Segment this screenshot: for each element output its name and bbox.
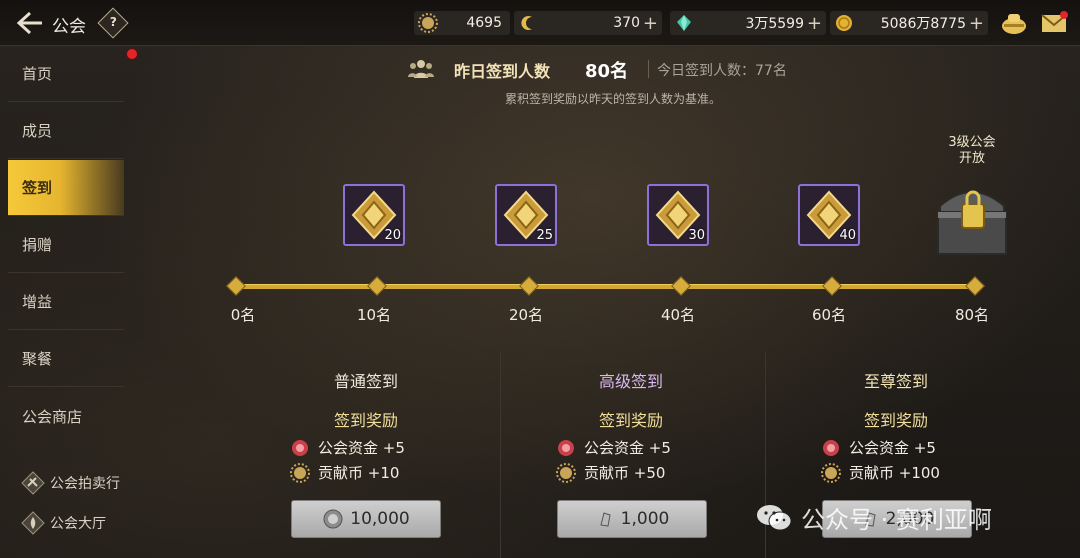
auction-hammer-icon [21,471,45,495]
milestone-count: 25 [536,228,553,243]
yesterday-checkin-label: 昨日签到人数 [454,62,551,81]
reward-contribution-coin: 贡献币 +100 [821,462,940,483]
sidebar-item-shop[interactable]: 公会商店 [8,388,124,444]
gold-coin-icon [836,15,852,31]
reward-guild-funds: 公会资金 +5 [821,437,936,458]
resource-value: 3万5599 [745,16,804,32]
locked-chest-icon[interactable] [930,172,1014,258]
track-tick-label: 80名 [954,306,990,324]
milestone-count: 20 [384,228,401,243]
reward-guild-funds: 公会资金 +5 [290,437,405,458]
guild-funds-icon [292,439,308,456]
sun-gear-icon [556,462,576,483]
sidebar: 首页 成员 签到 捐赠 增益 聚餐 公会商店 公会拍卖行 公会大厅 [0,46,126,558]
progress-track [236,284,976,289]
sidebar-item-members[interactable]: 成员 [8,103,124,159]
sun-gear-icon [821,462,841,483]
normal-checkin-title: 普通签到 [333,372,399,391]
today-checkin-text: 今日签到人数：77名 [657,63,787,79]
notification-dot [126,48,138,60]
reward-guild-funds: 公会资金 +5 [556,437,671,458]
members-icon [408,60,434,78]
top-bar: 公会 ? 4695 370 + 3万5599 + 5086万8775 + [0,0,1080,46]
guild-hall-link[interactable]: 公会大厅 [20,510,106,536]
treasure-bag-icon[interactable] [1000,10,1028,36]
yesterday-checkin-value: 80名 [585,61,629,82]
green-gem-icon [677,15,691,31]
sidebar-item-donate[interactable]: 捐赠 [8,217,124,273]
checkin-note: 累积签到奖励以昨天的签到人数为基准。 [505,92,722,106]
auction-house-link[interactable]: 公会拍卖行 [20,470,120,496]
watermark: 公众号 · 赛利亚啊 [755,500,992,535]
guild-funds-icon [558,439,574,456]
milestone-reward[interactable]: 20 [343,184,405,246]
reward-contribution-coin: 贡献币 +50 [556,462,665,483]
sidebar-item-buffs[interactable]: 增益 [8,274,124,330]
sun-gear-icon [418,13,438,33]
stat-divider [648,60,649,78]
crystal-icon [600,512,611,527]
track-tick-label: 60名 [811,306,847,324]
sidebar-item-checkin[interactable]: 签到 [8,160,124,216]
resource-value: 5086万8775 [880,16,966,32]
reward-title: 签到奖励 [333,411,399,430]
milestone-reward[interactable]: 30 [647,184,709,246]
add-crescent-button[interactable]: + [643,13,658,34]
track-tick-label: 20名 [508,306,544,324]
column-divider [500,352,501,558]
milestone-count: 30 [688,228,705,243]
sun-gear-icon [290,462,310,483]
sidebar-item-home[interactable]: 首页 [8,46,124,102]
add-gem-button[interactable]: + [807,13,822,34]
advanced-checkin-button[interactable]: 1,000 [557,500,707,538]
locked-chest-label: 3级公会 开放 [948,135,996,166]
reward-title: 签到奖励 [598,411,664,430]
resource-value: 370 [613,15,640,31]
resource-gold: 5086万8775 + [830,11,988,35]
help-icon[interactable]: ? [97,7,129,39]
page-title: 公会 [52,17,86,37]
guild-funds-icon [823,439,839,456]
mail-icon[interactable] [1040,10,1068,36]
track-tick-label: 40名 [660,306,696,324]
track-tick-label: 0名 [230,306,256,324]
back-arrow-icon[interactable] [14,10,44,36]
reward-contribution-coin: 贡献币 +10 [290,462,399,483]
normal-checkin-button[interactable]: 10,000 [291,500,441,538]
add-gold-button[interactable]: + [969,13,984,34]
crescent-coin-icon [521,16,532,30]
supreme-checkin-title: 至尊签到 [863,372,929,391]
resource-gem: 3万5599 + [670,11,826,35]
resource-sun-gear: 4695 [414,11,510,35]
sidebar-item-feast[interactable]: 聚餐 [8,331,124,387]
silver-coin-icon [323,509,343,529]
track-tick-label: 10名 [356,306,392,324]
milestone-reward[interactable]: 25 [495,184,557,246]
resource-crescent: 370 + [514,11,662,35]
guild-hall-icon [21,511,45,535]
resource-value: 4695 [466,15,502,31]
wechat-icon [757,504,792,530]
advanced-checkin-title: 高级签到 [598,372,664,391]
milestone-reward[interactable]: 40 [798,184,860,246]
milestone-count: 40 [839,228,856,243]
reward-title: 签到奖励 [863,411,929,430]
